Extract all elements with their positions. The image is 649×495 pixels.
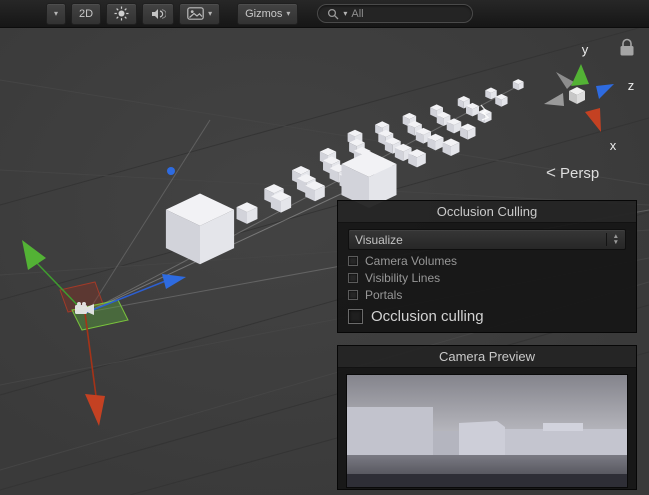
occlusion-panel-content: Visualize ▲▼ Camera Volumes Visibility L… <box>338 223 636 325</box>
axis-label-z: z <box>628 78 635 93</box>
occlusion-culling-panel: Occlusion Culling Visualize ▲▼ Camera Vo… <box>337 200 637 333</box>
scene-cube[interactable] <box>237 202 258 224</box>
occlusion-culling-label: Occlusion culling <box>371 308 484 325</box>
scene-toolbar: ▾ 2D <box>0 0 649 28</box>
search-input[interactable]: ▾ All <box>317 4 473 23</box>
chevron-down-icon: ▾ <box>208 10 212 18</box>
scene-cube[interactable] <box>443 138 460 156</box>
portals-checkbox[interactable] <box>348 290 358 300</box>
scene-cube[interactable] <box>495 94 507 107</box>
chevron-down-icon: ▾ <box>54 10 58 18</box>
effects-dropdown-button[interactable]: ▾ <box>179 3 220 25</box>
speaker-icon <box>150 7 166 21</box>
scene-cube[interactable] <box>166 194 234 265</box>
camera-preview-panel: Camera Preview <box>337 345 637 490</box>
unity-scene-view: ▾ 2D <box>0 0 649 495</box>
occlusion-panel-title: Occlusion Culling <box>338 201 636 223</box>
visualize-dropdown[interactable]: Visualize ▲▼ <box>348 229 626 250</box>
axis-x-cone[interactable] <box>85 394 105 426</box>
sun-icon <box>114 6 129 21</box>
persp-arrow-icon[interactable]: < <box>546 163 556 182</box>
2d-label: 2D <box>79 8 93 20</box>
visibility-lines-label: Visibility Lines <box>365 271 440 285</box>
gizmo-x-cone[interactable] <box>585 108 601 132</box>
gizmos-dropdown[interactable]: Gizmos ▾ <box>237 3 298 25</box>
dropdown-stepper-icon: ▲▼ <box>606 233 619 246</box>
gizmos-label: Gizmos <box>245 8 282 20</box>
search-filter-label: All <box>351 8 363 20</box>
search-icon <box>327 8 339 20</box>
lock-icon[interactable] <box>621 40 634 56</box>
blue-handle-dot[interactable] <box>167 167 175 175</box>
axis-y-cone[interactable] <box>22 240 46 270</box>
axis-neg-cone[interactable] <box>556 72 574 89</box>
portals-row[interactable]: Portals <box>348 288 626 301</box>
orientation-gizmo[interactable]: y z x <box>544 42 634 153</box>
scene-cube[interactable] <box>513 79 524 90</box>
chevron-down-icon: ▾ <box>286 10 290 18</box>
scene-viewport[interactable]: y z x < Persp Occlusion Culling Visualiz… <box>0 28 649 495</box>
axis-neg-cone[interactable] <box>544 93 564 106</box>
persp-indicator[interactable]: < Persp <box>546 163 599 182</box>
render-mode-dropdown[interactable]: ▾ <box>46 3 66 25</box>
search-filter-caret-icon: ▾ <box>343 10 347 18</box>
camera-volumes-row[interactable]: Camera Volumes <box>348 254 626 267</box>
portals-label: Portals <box>365 288 402 302</box>
gizmo-z-cone[interactable] <box>596 84 614 99</box>
gizmo-y-cone[interactable] <box>571 64 589 86</box>
axis-z-cone[interactable] <box>162 274 186 289</box>
visualize-dropdown-value: Visualize <box>355 233 403 247</box>
camera-preview-body <box>346 374 628 488</box>
scene-lighting-button[interactable] <box>106 3 137 25</box>
gizmo-center-cube[interactable] <box>569 87 585 104</box>
scene-cube[interactable] <box>460 124 475 140</box>
preview-ground <box>347 455 628 474</box>
camera-preview-title: Camera Preview <box>338 346 636 368</box>
occlusion-culling-row[interactable]: Occlusion culling <box>348 308 626 325</box>
persp-label[interactable]: Persp <box>560 165 599 182</box>
image-icon <box>187 7 204 20</box>
audio-toggle-button[interactable] <box>142 3 174 25</box>
axis-label-y: y <box>582 42 589 57</box>
camera-preview-image <box>347 375 628 487</box>
scene-cube[interactable] <box>478 109 492 123</box>
occlusion-culling-checkbox[interactable] <box>348 309 363 324</box>
preview-foreground <box>347 474 628 487</box>
axis-label-x: x <box>610 138 617 153</box>
camera-volumes-label: Camera Volumes <box>365 254 457 268</box>
camera-volumes-checkbox[interactable] <box>348 256 358 266</box>
visibility-lines-checkbox[interactable] <box>348 273 358 283</box>
visibility-lines-row[interactable]: Visibility Lines <box>348 271 626 284</box>
2d-toggle-button[interactable]: 2D <box>71 3 101 25</box>
